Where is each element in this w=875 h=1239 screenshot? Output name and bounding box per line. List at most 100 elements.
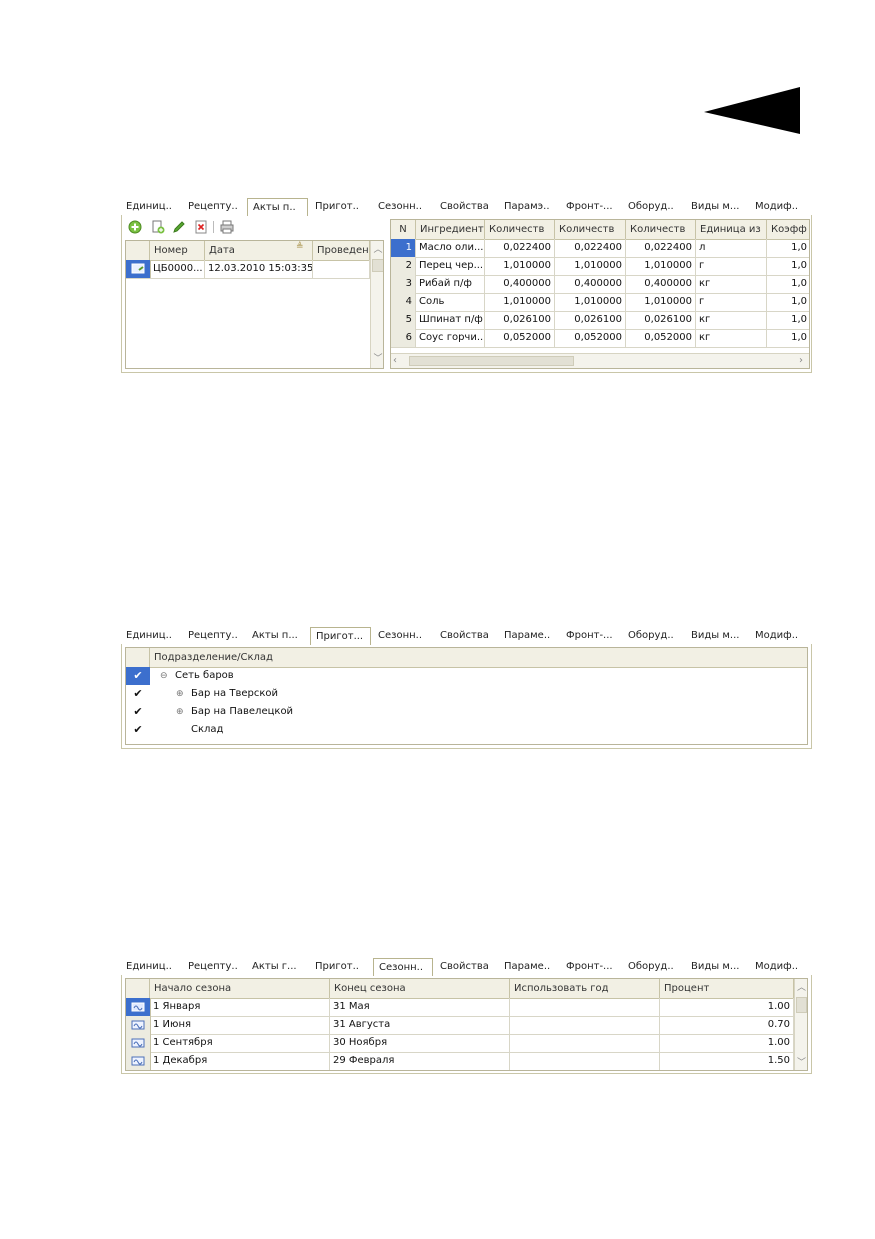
checkmark-icon[interactable]: ✔ bbox=[126, 703, 150, 721]
toolbar-separator bbox=[213, 221, 214, 233]
checkmark-icon[interactable]: ✔ bbox=[126, 667, 150, 685]
ingredient-k: 1,0 bbox=[767, 257, 809, 275]
scroll-thumb[interactable] bbox=[372, 259, 383, 272]
scroll-down-icon[interactable]: ﹀ bbox=[371, 352, 383, 366]
ingredient-q2: 0,022400 bbox=[555, 239, 626, 257]
tab-5[interactable]: Сезонн.. bbox=[373, 958, 433, 976]
tab-2[interactable]: Рецепту.. bbox=[183, 960, 245, 974]
column-header-season-start[interactable]: Начало сезона bbox=[150, 979, 330, 998]
tree-item[interactable]: ✔ Склад bbox=[126, 721, 807, 739]
tab-2[interactable]: Рецепту.. bbox=[183, 629, 245, 643]
tab-10[interactable]: Виды м... bbox=[686, 629, 748, 643]
horizontal-scrollbar[interactable]: ‹ › bbox=[391, 353, 809, 368]
tab-6[interactable]: Свойства bbox=[435, 200, 497, 214]
scroll-thumb[interactable] bbox=[796, 997, 807, 1013]
tab-10[interactable]: Виды м... bbox=[686, 960, 748, 974]
scroll-up-icon[interactable]: ︿ bbox=[795, 981, 807, 995]
column-header-6[interactable]: Единица из bbox=[696, 220, 767, 239]
tab-9[interactable]: Оборуд.. bbox=[623, 629, 684, 643]
checkmark-icon[interactable]: ✔ bbox=[126, 721, 150, 739]
column-header-3[interactable]: Количеств bbox=[485, 220, 555, 239]
collapse-icon[interactable]: ⊖ bbox=[160, 667, 168, 685]
column-header-4[interactable]: Количеств bbox=[555, 220, 626, 239]
season-start: 1 Декабря bbox=[150, 1052, 330, 1070]
tab-1[interactable]: Единиц.. bbox=[121, 200, 181, 214]
edit-icon[interactable] bbox=[172, 220, 186, 234]
tab-10[interactable]: Виды м... bbox=[686, 200, 748, 214]
tab-8[interactable]: Фронт-... bbox=[561, 200, 621, 214]
season-percent: 0.70 bbox=[660, 1016, 794, 1034]
scroll-down-icon[interactable]: ﹀ bbox=[795, 1056, 807, 1070]
checkmark-icon[interactable]: ✔ bbox=[126, 685, 150, 703]
tab-7[interactable]: Парамэ.. bbox=[499, 200, 559, 214]
tab-6[interactable]: Свойства bbox=[435, 960, 497, 974]
table-row[interactable]: 2 Перец чер... 1,010000 1,010000 1,010000 г 1,… bbox=[391, 257, 809, 276]
column-header-posted[interactable]: Проведен bbox=[313, 241, 370, 260]
tab-2[interactable]: Рецепту.. bbox=[183, 200, 245, 214]
ingredient-name: Соль bbox=[416, 293, 485, 311]
copy-icon[interactable] bbox=[151, 220, 165, 234]
tree-item[interactable]: ✔ ⊕ Бар на Тверской bbox=[126, 685, 807, 703]
column-header-use-year[interactable]: Использовать год bbox=[510, 979, 660, 998]
tab-7[interactable]: Параме.. bbox=[499, 960, 559, 974]
tab-1[interactable]: Единиц.. bbox=[121, 960, 181, 974]
tab-4[interactable]: Пригот... bbox=[310, 627, 371, 645]
tree-item[interactable]: ✔ ⊕ Бар на Павелецкой bbox=[126, 703, 807, 721]
tab-9[interactable]: Оборуд.. bbox=[623, 960, 684, 974]
column-header-number[interactable]: Номер bbox=[150, 241, 205, 260]
delete-icon[interactable] bbox=[194, 220, 208, 234]
sort-icon[interactable]: ≜ bbox=[296, 242, 304, 252]
table-row[interactable]: 1 Января 31 Мая 1.00 bbox=[126, 998, 794, 1017]
table-row[interactable]: 6 Соус горчи... 0,052000 0,052000 0,052000 кг… bbox=[391, 329, 809, 348]
tab-5[interactable]: Сезонн.. bbox=[373, 629, 433, 643]
tab-3[interactable]: Акты п... bbox=[247, 629, 308, 643]
table-row[interactable]: 3 Рибай п/ф 0,400000 0,400000 0,400000 кг 1,0 bbox=[391, 275, 809, 294]
tab-1[interactable]: Единиц.. bbox=[121, 629, 181, 643]
column-header-5[interactable]: Количеств bbox=[626, 220, 696, 239]
expand-icon[interactable]: ⊕ bbox=[176, 703, 184, 721]
expand-icon[interactable]: ⊕ bbox=[176, 685, 184, 703]
scroll-thumb[interactable] bbox=[409, 356, 574, 366]
tree-item[interactable]: ✔ ⊖ Сеть баров bbox=[126, 667, 807, 685]
tab-4[interactable]: Пригот.. bbox=[310, 960, 371, 974]
table-row[interactable]: 4 Соль 1,010000 1,010000 1,010000 г 1,0 bbox=[391, 293, 809, 312]
tab-11[interactable]: Модиф.. bbox=[750, 960, 810, 974]
column-header-1[interactable]: N bbox=[391, 220, 416, 239]
season-end: 31 Августа bbox=[330, 1016, 510, 1034]
table-row[interactable]: 1 Сентября 30 Ноября 1.00 bbox=[126, 1034, 794, 1053]
tab-3[interactable]: Акты п.. bbox=[247, 198, 308, 216]
tab-8[interactable]: Фронт-... bbox=[561, 960, 621, 974]
tab-content-preparation: Подразделение/Склад ✔ ⊖ Сеть баров ✔ ⊕ Бар на… bbox=[121, 644, 812, 749]
tab-11[interactable]: Модиф.. bbox=[750, 200, 810, 214]
table-row[interactable]: 1 Декабря 29 Февраля 1.50 bbox=[126, 1052, 794, 1070]
table-row[interactable]: ЦБ0000... 12.03.2010 15:03:35 bbox=[126, 260, 370, 279]
scroll-up-icon[interactable]: ︿ bbox=[371, 243, 383, 257]
table-row[interactable]: 1 Масло оли... 0,022400 0,022400 0,022400 л 1,… bbox=[391, 239, 809, 258]
season-icon bbox=[126, 1034, 151, 1052]
add-icon[interactable] bbox=[128, 220, 142, 234]
vertical-scrollbar[interactable]: ︿ ﹀ bbox=[370, 241, 383, 368]
scroll-right-icon[interactable]: › bbox=[799, 355, 803, 366]
tab-8[interactable]: Фронт-... bbox=[561, 629, 621, 643]
scroll-left-icon[interactable]: ‹ bbox=[393, 355, 397, 366]
tab-3[interactable]: Акты г... bbox=[247, 960, 308, 974]
vertical-scrollbar[interactable]: ︿ ﹀ bbox=[794, 979, 807, 1070]
column-header-7[interactable]: Коэфф bbox=[767, 220, 809, 239]
tab-6[interactable]: Свойства bbox=[435, 629, 497, 643]
ingredient-n: 6 bbox=[391, 329, 416, 347]
tab-7[interactable]: Параме.. bbox=[499, 629, 559, 643]
column-header-division[interactable]: Подразделение/Склад bbox=[150, 648, 807, 667]
table-row[interactable]: 5 Шпинат п/ф 0,026100 0,026100 0,026100 кг 1,0 bbox=[391, 311, 809, 330]
print-icon[interactable] bbox=[220, 220, 234, 234]
column-header-2[interactable]: Ингредиент bbox=[416, 220, 485, 239]
season-start: 1 Июня bbox=[150, 1016, 330, 1034]
ingredient-unit: г bbox=[696, 257, 767, 275]
tab-11[interactable]: Модиф.. bbox=[750, 629, 810, 643]
ingredient-name: Шпинат п/ф bbox=[416, 311, 485, 329]
table-row[interactable]: 1 Июня 31 Августа 0.70 bbox=[126, 1016, 794, 1035]
tab-4[interactable]: Пригот.. bbox=[310, 200, 371, 214]
column-header-percent[interactable]: Процент bbox=[660, 979, 794, 998]
column-header-season-end[interactable]: Конец сезона bbox=[330, 979, 510, 998]
tab-9[interactable]: Оборуд.. bbox=[623, 200, 684, 214]
tab-5[interactable]: Сезонн.. bbox=[373, 200, 433, 214]
